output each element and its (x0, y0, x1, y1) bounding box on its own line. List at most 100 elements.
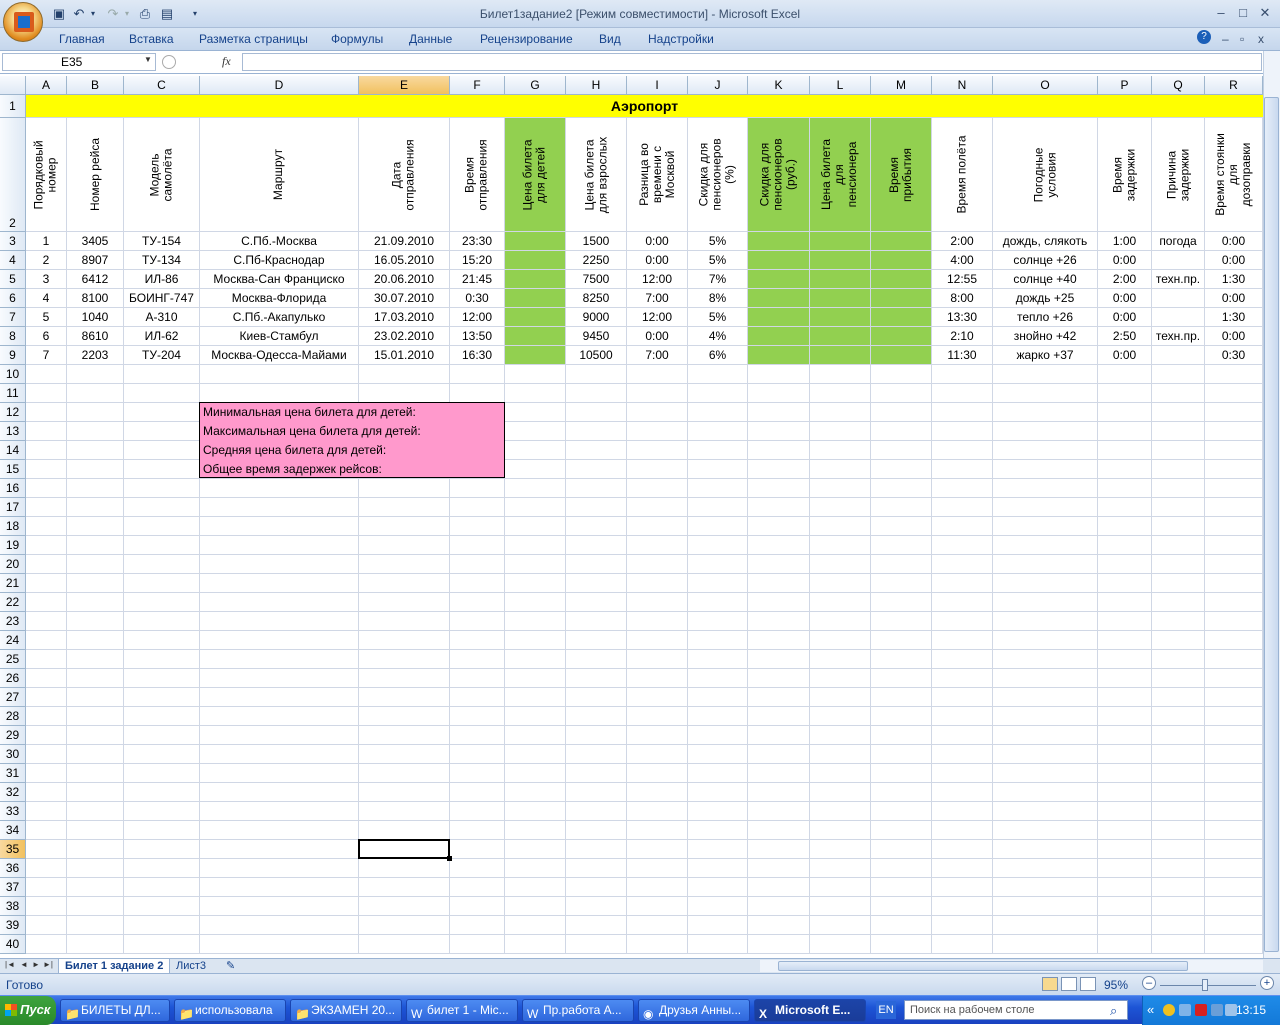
grid-cell[interactable] (1098, 935, 1152, 954)
next-sheet-icon[interactable]: ► (32, 960, 40, 969)
grid-cell[interactable] (932, 555, 993, 574)
row-header[interactable]: 14 (0, 441, 26, 460)
grid-cell[interactable] (26, 840, 67, 859)
grid-cell[interactable] (67, 707, 124, 726)
grid-cell[interactable] (1205, 669, 1263, 688)
grid-cell[interactable] (200, 821, 359, 840)
grid-cell[interactable] (1152, 612, 1205, 631)
grid-cell[interactable] (748, 916, 810, 935)
table-cell[interactable]: 7500 (566, 270, 627, 289)
row-header[interactable]: 35 (0, 840, 26, 859)
grid-cell[interactable] (748, 688, 810, 707)
grid-cell[interactable] (810, 783, 871, 802)
grid-cell[interactable] (810, 555, 871, 574)
table-cell[interactable]: 0:00 (1205, 251, 1263, 270)
grid-cell[interactable] (26, 745, 67, 764)
grid-cell[interactable] (932, 878, 993, 897)
table-cell[interactable]: жарко +37 (993, 346, 1098, 365)
table-cell[interactable]: дождь, слякоть (993, 232, 1098, 251)
row-header[interactable]: 13 (0, 422, 26, 441)
grid-cell[interactable] (871, 422, 932, 441)
grid-cell[interactable] (871, 593, 932, 612)
grid-cell[interactable] (688, 441, 748, 460)
grid-cell[interactable] (359, 555, 450, 574)
grid-cell[interactable] (505, 517, 566, 536)
taskbar-button[interactable]: ◉ Друзья Анны... (638, 999, 750, 1022)
sheet-tab-list3[interactable]: Лист3 (170, 959, 212, 974)
grid-cell[interactable] (1152, 498, 1205, 517)
grid-cell[interactable] (688, 916, 748, 935)
grid-cell[interactable] (748, 403, 810, 422)
grid-cell[interactable] (26, 441, 67, 460)
start-button[interactable]: Пуск (0, 996, 56, 1025)
grid-cell[interactable] (26, 384, 67, 403)
grid-cell[interactable] (26, 555, 67, 574)
grid-cell[interactable] (810, 517, 871, 536)
grid-cell[interactable] (566, 365, 627, 384)
grid-cell[interactable] (566, 498, 627, 517)
grid-cell[interactable] (124, 897, 200, 916)
grid-cell[interactable] (627, 612, 688, 631)
grid-cell[interactable] (1098, 783, 1152, 802)
grid-cell[interactable] (26, 688, 67, 707)
column-title-cell[interactable]: Время задержки (1098, 118, 1152, 232)
grid-cell[interactable] (200, 650, 359, 669)
grid-cell[interactable] (505, 441, 566, 460)
table-cell[interactable] (748, 232, 810, 251)
grid-cell[interactable] (200, 479, 359, 498)
grid-cell[interactable] (505, 821, 566, 840)
grid-cell[interactable] (810, 650, 871, 669)
grid-cell[interactable] (748, 384, 810, 403)
table-cell[interactable]: 20.06.2010 (359, 270, 450, 289)
grid-cell[interactable] (688, 574, 748, 593)
table-cell[interactable]: Москва-Флорида (200, 289, 359, 308)
grid-cell[interactable] (748, 536, 810, 555)
summary-label[interactable]: Максимальная цена билета для детей: (200, 422, 504, 441)
grid-cell[interactable] (627, 726, 688, 745)
grid-cell[interactable] (67, 840, 124, 859)
grid-cell[interactable] (993, 536, 1098, 555)
grid-cell[interactable] (26, 593, 67, 612)
grid-cell[interactable] (871, 669, 932, 688)
column-header[interactable]: J (688, 76, 748, 95)
grid-cell[interactable] (1152, 517, 1205, 536)
table-cell[interactable] (1152, 308, 1205, 327)
grid-cell[interactable] (871, 612, 932, 631)
row-header[interactable]: 12 (0, 403, 26, 422)
grid-cell[interactable] (505, 783, 566, 802)
table-cell[interactable]: 7% (688, 270, 748, 289)
row-header[interactable]: 1 (0, 95, 26, 118)
row-header[interactable]: 9 (0, 346, 26, 365)
grid-cell[interactable] (505, 745, 566, 764)
table-cell[interactable]: 1:00 (1098, 232, 1152, 251)
grid-cell[interactable] (688, 783, 748, 802)
table-cell[interactable]: 1500 (566, 232, 627, 251)
grid-cell[interactable] (871, 878, 932, 897)
grid-cell[interactable] (67, 498, 124, 517)
grid-cell[interactable] (810, 536, 871, 555)
tray-search-icon[interactable] (1179, 1004, 1191, 1016)
grid-cell[interactable] (505, 593, 566, 612)
grid-cell[interactable] (26, 726, 67, 745)
grid-cell[interactable] (871, 650, 932, 669)
grid-cell[interactable] (566, 897, 627, 916)
table-cell[interactable]: 17.03.2010 (359, 308, 450, 327)
grid-cell[interactable] (993, 403, 1098, 422)
table-cell[interactable]: 5 (26, 308, 67, 327)
taskbar-button[interactable]: 📁 использовала (174, 999, 286, 1022)
grid-cell[interactable] (67, 669, 124, 688)
table-cell[interactable] (505, 289, 566, 308)
table-cell[interactable]: техн.пр. (1152, 270, 1205, 289)
grid-cell[interactable] (566, 726, 627, 745)
table-cell[interactable]: 1:30 (1205, 308, 1263, 327)
grid-cell[interactable] (932, 574, 993, 593)
grid-cell[interactable] (627, 460, 688, 479)
grid-cell[interactable] (993, 707, 1098, 726)
grid-cell[interactable] (359, 669, 450, 688)
table-cell[interactable]: техн.пр. (1152, 327, 1205, 346)
grid-cell[interactable] (450, 916, 505, 935)
grid-cell[interactable] (810, 726, 871, 745)
table-cell[interactable]: 16:30 (450, 346, 505, 365)
grid-cell[interactable] (124, 745, 200, 764)
grid-cell[interactable] (688, 479, 748, 498)
